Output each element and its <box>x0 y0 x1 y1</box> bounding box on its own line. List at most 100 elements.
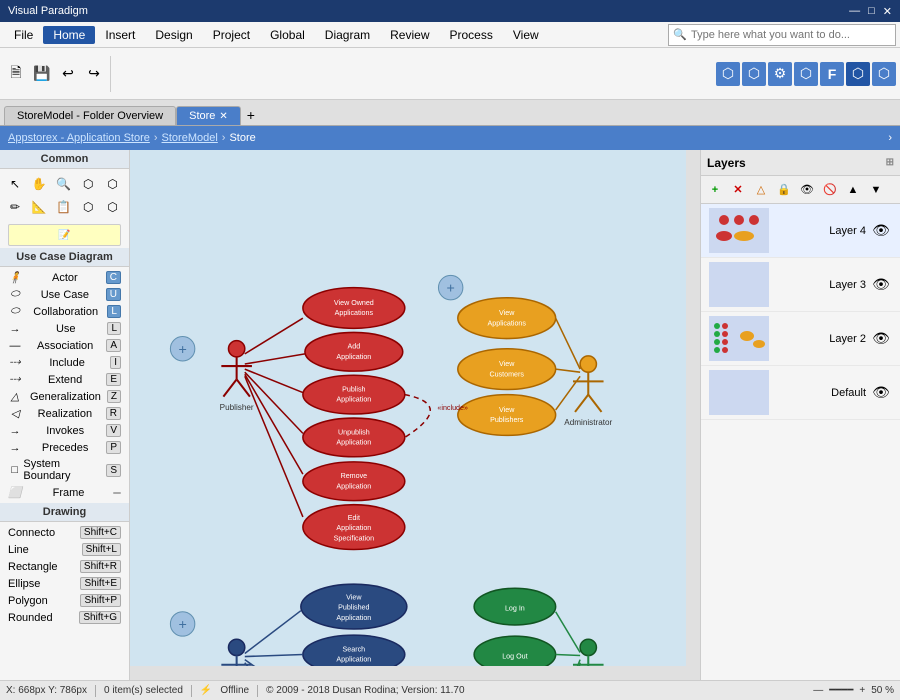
toolbar-save[interactable]: 💾 <box>30 62 54 86</box>
layers-expand[interactable]: ⊞ <box>886 157 894 168</box>
uc-include-label: Include <box>49 357 84 369</box>
layer-rename-btn[interactable]: △ <box>750 179 772 201</box>
toolbar-icon1[interactable]: ⬡ <box>716 62 740 86</box>
uc-view-owned[interactable] <box>303 288 405 329</box>
uc-frame[interactable]: ⬜ Frame <box>0 484 129 501</box>
uc-add-app[interactable] <box>305 332 403 371</box>
toolbar-icon6[interactable]: ⬡ <box>846 62 870 86</box>
layer-4-visibility[interactable]: 👁 <box>870 220 892 242</box>
uc-unpublish[interactable] <box>303 418 405 457</box>
add-icon-2[interactable]: + <box>447 281 455 297</box>
layer-up-btn[interactable]: ▲ <box>842 179 864 201</box>
toolbar-new[interactable]: 🗎 <box>4 62 28 86</box>
zoom-slider[interactable]: ━━━━ <box>829 685 853 696</box>
uc-extend[interactable]: ⤏ Extend E <box>0 371 129 388</box>
tool-zoom[interactable]: 🔍 <box>53 173 75 195</box>
tab-store-close[interactable]: ✕ <box>219 111 227 122</box>
breadcrumb-expand[interactable]: › <box>888 132 892 144</box>
uc-view-customers[interactable] <box>458 349 556 390</box>
menu-global[interactable]: Global <box>260 26 315 44</box>
layer-default-visibility[interactable]: 👁 <box>870 382 892 404</box>
toolbar-redo[interactable]: ↪ <box>82 62 106 86</box>
menu-review[interactable]: Review <box>380 26 439 44</box>
layer-delete-btn[interactable]: ✕ <box>727 179 749 201</box>
uc-invokes[interactable]: → Invokes V <box>0 422 129 439</box>
tab-store[interactable]: Store ✕ <box>176 106 241 125</box>
zoom-in-btn[interactable]: + <box>859 685 865 696</box>
uc-actor[interactable]: 🧍 Actor C <box>0 269 129 286</box>
toolbar-icon3[interactable]: ⚙ <box>768 62 792 86</box>
breadcrumb-storemodel[interactable]: StoreModel <box>162 132 218 144</box>
tool-ruler[interactable]: 📐 <box>28 196 50 218</box>
search-box[interactable]: 🔍 <box>668 24 896 46</box>
layer-down-btn[interactable]: ▼ <box>865 179 887 201</box>
breadcrumb-appstorex[interactable]: Appstorex - Application Store <box>8 132 150 144</box>
canvas-area[interactable]: + + + Publisher Customer <box>130 150 700 680</box>
tool-copy[interactable]: 📋 <box>53 196 75 218</box>
menu-insert[interactable]: Insert <box>95 26 145 44</box>
layer-4-name: Layer 4 <box>773 225 870 237</box>
draw-polygon[interactable]: Polygon Shift+P <box>0 592 129 609</box>
uc-systemboundary[interactable]: □ System Boundary S <box>0 456 129 484</box>
tab-folder-overview[interactable]: StoreModel - Folder Overview <box>4 106 176 125</box>
tool-connect2[interactable]: ⬡ <box>102 173 124 195</box>
add-icon-3[interactable]: + <box>178 617 186 633</box>
menu-diagram[interactable]: Diagram <box>315 26 380 44</box>
menu-home[interactable]: Home <box>43 26 95 44</box>
menu-process[interactable]: Process <box>440 26 503 44</box>
uc-usecase[interactable]: ⬭ Use Case U <box>0 286 129 303</box>
uc-generalization[interactable]: △ Generalization Z <box>0 388 129 405</box>
toolbar-undo[interactable]: ↩ <box>56 62 80 86</box>
tab-add-btn[interactable]: + <box>241 105 261 125</box>
draw-rounded[interactable]: Rounded Shift+G <box>0 609 129 626</box>
menu-project[interactable]: Project <box>203 26 260 44</box>
note-icon[interactable]: 📝 <box>8 224 121 246</box>
tool-shape1[interactable]: ⬡ <box>77 196 99 218</box>
maximize-btn[interactable]: □ <box>868 5 875 18</box>
uc-view-apps[interactable] <box>458 298 556 339</box>
minimize-btn[interactable]: — <box>849 5 860 18</box>
search-input[interactable] <box>691 29 891 41</box>
diagram-canvas[interactable]: + + + Publisher Customer <box>130 150 700 680</box>
close-btn[interactable]: ✕ <box>883 5 892 18</box>
tool-hand[interactable]: ✋ <box>28 173 50 195</box>
toolbar-icon5[interactable]: F <box>820 62 844 86</box>
tool-connect1[interactable]: ⬡ <box>77 173 99 195</box>
menu-design[interactable]: Design <box>145 26 202 44</box>
layer-item-4[interactable]: Layer 4 👁 <box>701 204 900 258</box>
draw-line[interactable]: Line Shift+L <box>0 541 129 558</box>
uc-association[interactable]: — Association A <box>0 337 129 354</box>
toolbar-icon2[interactable]: ⬡ <box>742 62 766 86</box>
menu-file[interactable]: File <box>4 26 43 44</box>
layer-eye-btn[interactable]: 👁 <box>796 179 818 201</box>
uc-view-publishers[interactable] <box>458 395 556 436</box>
layer-item-3[interactable]: Layer 3 👁 <box>701 258 900 312</box>
layer-lock-btn[interactable]: 🔒 <box>773 179 795 201</box>
layer-2-visibility[interactable]: 👁 <box>870 328 892 350</box>
layer-add-btn[interactable]: + <box>704 179 726 201</box>
uc-precedes[interactable]: → Precedes P <box>0 439 129 456</box>
layer-hide-btn[interactable]: 🚫 <box>819 179 841 201</box>
layer-3-visibility[interactable]: 👁 <box>870 274 892 296</box>
draw-rectangle[interactable]: Rectangle Shift+R <box>0 558 129 575</box>
horizontal-scrollbar[interactable] <box>130 666 686 680</box>
draw-ellipse[interactable]: Ellipse Shift+E <box>0 575 129 592</box>
tool-shape2[interactable]: ⬡ <box>102 196 124 218</box>
toolbar-icon7[interactable]: ⬡ <box>872 62 896 86</box>
uc-collaboration[interactable]: ⬭ Collaboration L <box>0 303 129 320</box>
toolbar-icon4[interactable]: ⬡ <box>794 62 818 86</box>
zoom-out-btn[interactable]: — <box>813 685 823 696</box>
uc-use[interactable]: → Use L <box>0 320 129 337</box>
vertical-scrollbar[interactable] <box>686 150 700 680</box>
uc-realization[interactable]: ◁ Realization R <box>0 405 129 422</box>
draw-connector[interactable]: Connecto Shift+C <box>0 524 129 541</box>
add-icon-1[interactable]: + <box>178 342 186 358</box>
layer-item-default[interactable]: Default 👁 <box>701 366 900 420</box>
uc-remove[interactable] <box>303 462 405 501</box>
uc-publish[interactable] <box>303 375 405 414</box>
menu-view[interactable]: View <box>503 26 549 44</box>
layer-item-2[interactable]: Layer 2 👁 <box>701 312 900 366</box>
tool-pen[interactable]: ✏ <box>4 196 26 218</box>
uc-include[interactable]: ⤏ Include I <box>0 354 129 371</box>
tool-select[interactable]: ↖ <box>4 173 26 195</box>
